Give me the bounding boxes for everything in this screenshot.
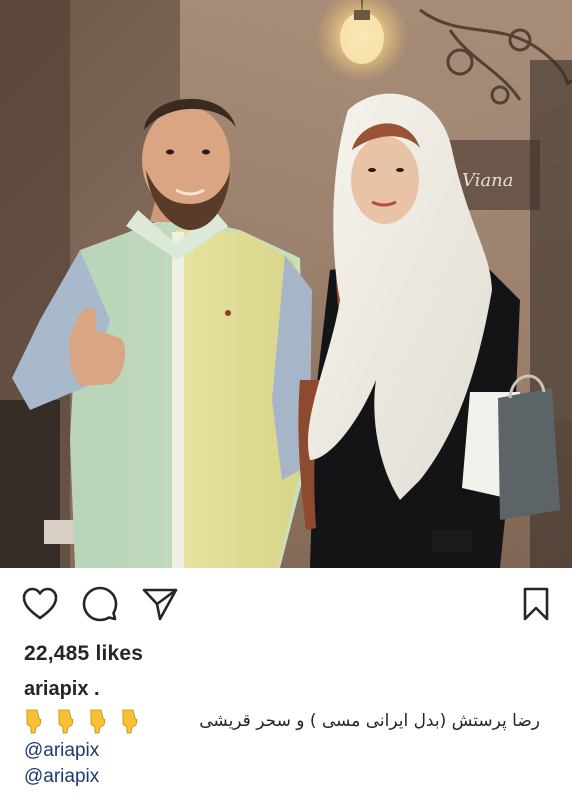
comment-bubble-icon [82,586,118,627]
post-username[interactable]: ariapix . [24,678,100,701]
emoji-row [24,708,140,734]
caption-text: رضا پرستش (بدل ایرانی مسی ) و سحر قریشی [199,711,540,731]
backhand-index-pointing-down-emoji [24,708,44,734]
mention-link[interactable]: @ariapix [24,740,99,762]
bookmark-icon [522,587,550,626]
backhand-index-pointing-down-emoji [56,708,76,734]
wall-sign-text: Viana [462,170,514,191]
post-actions-bar [0,580,572,632]
backhand-index-pointing-down-emoji [88,708,108,734]
paper-plane-icon [142,587,178,626]
save-button[interactable] [516,586,556,626]
post-photo[interactable]: Viana [0,0,572,568]
comment-button[interactable] [80,586,120,626]
backhand-index-pointing-down-emoji [120,708,140,734]
post-caption: رضا پرستش (بدل ایرانی مسی ) و سحر قریشی [24,706,544,736]
mention-link[interactable]: @ariapix [24,766,99,788]
heart-icon [22,587,58,626]
like-button[interactable] [20,586,60,626]
share-button[interactable] [140,586,180,626]
likes-count[interactable]: 22,485 likes [24,642,143,666]
